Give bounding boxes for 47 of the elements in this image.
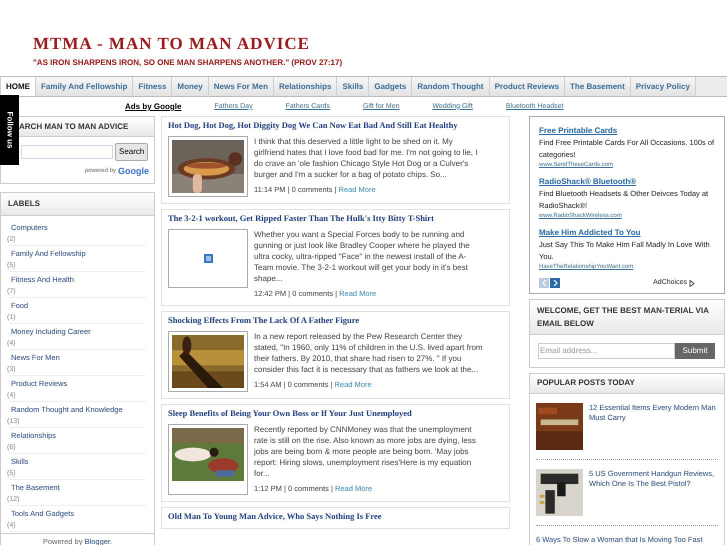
- post-thumbnail[interactable]: [168, 136, 248, 197]
- post-excerpt: In a new report released by the Pew Research Center they stated, "In 1960, only 11% of children in the U.S. lived apart from their fathers. By 2010, that share had risen to 27%. " If you consider this fact it is necessary that as fathers we look at the...: [254, 331, 484, 376]
- ad-title[interactable]: Make Him Addicted To You: [539, 227, 715, 239]
- post-thumbnail[interactable]: [536, 468, 583, 516]
- nav-tab[interactable]: Gadgets: [369, 77, 412, 96]
- follow-tab[interactable]: Follow us: [0, 95, 19, 165]
- widget-title: WELCOME, GET THE BEST MAN-TERIAL VIA EMAIL BELOW: [537, 306, 709, 328]
- nav-tab[interactable]: News For Men: [208, 77, 274, 96]
- next-button[interactable]: [550, 278, 560, 288]
- post-excerpt: I think that this deserved a little light to be shed on it. My girlfriend hates that I love food bad for me. I'm not going to lie, I do crave an 'ole fashion Chicago Style Hot Dog or a Culver's burger and I'm a sucker for a bag of potato chips. So...: [254, 136, 478, 180]
- post-title[interactable]: Sleep Benefits of Being Your Own Boss or If Your Just Unemployed: [168, 408, 503, 420]
- post-title[interactable]: The 3-2-1 workout, Get Ripped Faster Than The Hulk's Itty Bitty T-Shirt: [168, 213, 503, 224]
- post-title[interactable]: Shocking Effects From The Lack Of A Father Figure: [168, 315, 503, 326]
- chevron-right-icon: [552, 280, 558, 286]
- search-button[interactable]: Search: [115, 143, 148, 161]
- adchoices-icon: [689, 280, 695, 287]
- post-title[interactable]: Old Man To Young Man Advice, Who Says Nothing Is Free: [168, 510, 503, 522]
- post-thumbnail[interactable]: [168, 331, 248, 392]
- email-field[interactable]: Email address...: [538, 342, 675, 358]
- google-logo: Google: [118, 165, 149, 178]
- post-excerpt: Whether you want a Special Forces body to be running and gunning or just look like Bradley Cooper where he played the ultra cocky, ultra-ripped "Face" in the newest install of the A-Team movie. The 3-2-1 workout will get your body in it's best shape...: [254, 229, 471, 284]
- chevron-left-icon: [542, 280, 546, 286]
- nav-tab[interactable]: Privacy Policy: [630, 77, 696, 96]
- nav-tab[interactable]: Product Reviews: [490, 77, 566, 96]
- widget-title: LABELS: [8, 198, 40, 210]
- nav-tab[interactable]: Relationships: [274, 77, 338, 96]
- ad-title[interactable]: Free Printable Cards: [539, 125, 715, 137]
- nav-tab[interactable]: Family And Fellowship: [36, 77, 134, 96]
- ads-label: Ads by Google: [125, 101, 182, 113]
- nav-tab[interactable]: Fitness: [133, 77, 172, 96]
- widget-title: POPULAR POSTS TODAY: [537, 377, 635, 389]
- ad-title[interactable]: RadioShack® Bluetooth®: [539, 176, 715, 188]
- nav-tab[interactable]: HOME: [0, 77, 36, 96]
- nav-tab[interactable]: The Basement: [565, 77, 631, 96]
- widget-title: ARCH MAN TO MAN ADVICE: [19, 120, 128, 132]
- post-thumbnail[interactable]: [536, 402, 583, 450]
- post-thumbnail[interactable]: [168, 424, 248, 494]
- broken-image-icon: [204, 254, 212, 263]
- post-excerpt: Recently reported by CNNMoney was that the unemployment rate is still on the rise. Also known as more jobs are dying, less jobs are being born & more people are being born. 'May jobs report: Hiring slows, unemployment rises'Here is my equation for...: [254, 424, 477, 480]
- search-field[interactable]: [21, 145, 113, 159]
- post-title[interactable]: Hot Dog, Hot Dog, Hot Diggity Dog We Can Now Eat Bad And Still Eat Healthy: [168, 120, 503, 131]
- submit-button[interactable]: Submit: [675, 342, 715, 358]
- nav-tab[interactable]: Money: [172, 77, 209, 96]
- site-title[interactable]: MTMA - MAN TO MAN ADVICE: [33, 34, 727, 54]
- nav-tab[interactable]: Skills: [337, 77, 370, 96]
- nav-tab[interactable]: Random Thought: [412, 77, 490, 96]
- tagline: "AS IRON SHARPENS IRON, SO ONE MAN SHARPENS ANOTHER." (PROV 27:17): [33, 58, 344, 68]
